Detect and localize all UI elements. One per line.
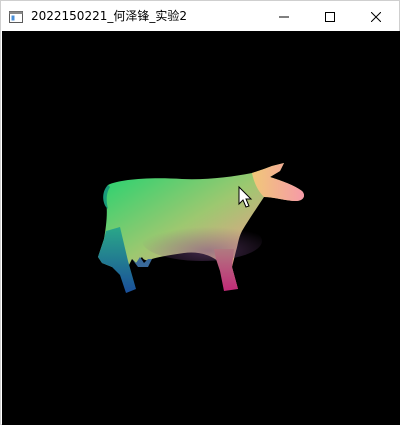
title-bar[interactable]: 2022150221_何泽锋_实验2 — [1, 1, 399, 31]
window-title: 2022150221_何泽锋_实验2 — [31, 9, 187, 23]
window-controls — [261, 1, 399, 31]
cow-figure — [98, 163, 304, 293]
maximize-icon — [325, 7, 335, 26]
render-canvas[interactable] — [2, 31, 400, 425]
app-window: 2022150221_何泽锋_实验2 — [0, 0, 400, 425]
minimize-button[interactable] — [261, 1, 307, 31]
cow-silhouette — [98, 163, 304, 293]
app-window-icon — [9, 9, 23, 23]
minimize-icon — [279, 7, 289, 26]
maximize-button[interactable] — [307, 1, 353, 31]
close-button[interactable] — [353, 1, 399, 31]
close-icon — [370, 7, 382, 26]
